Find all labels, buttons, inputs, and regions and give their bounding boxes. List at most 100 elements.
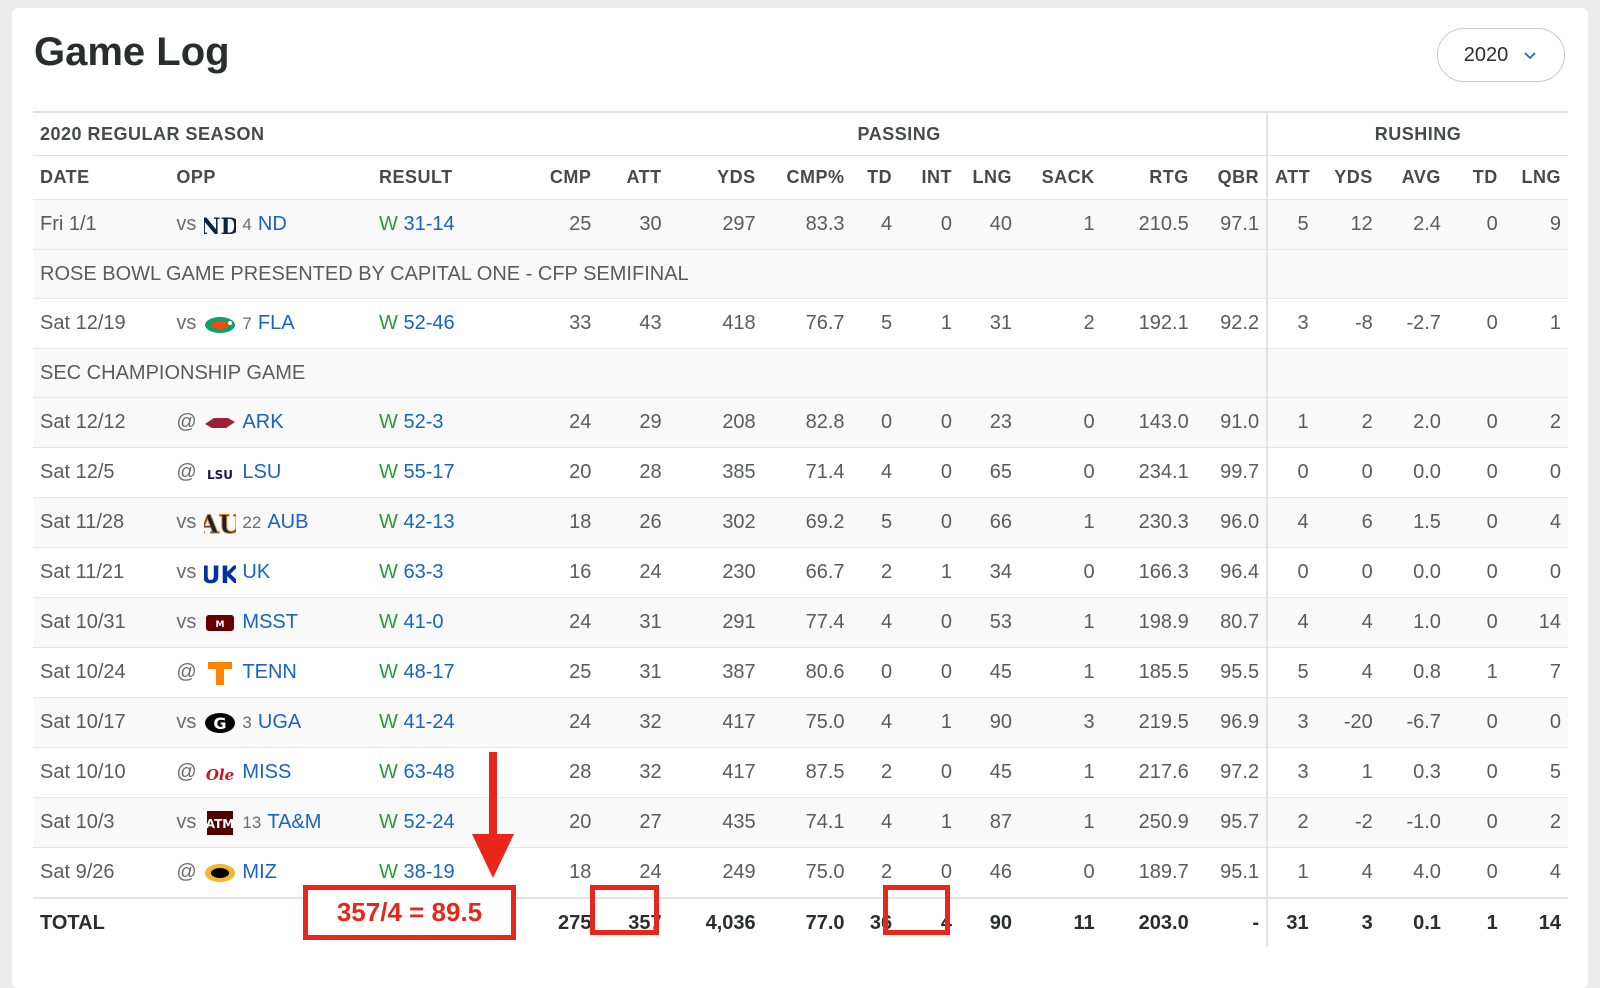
score-link[interactable]: 41-0 <box>403 611 443 633</box>
stat-cell: 166.3 <box>1101 547 1196 598</box>
stat-cell: 0 <box>1447 547 1505 598</box>
opponent-rank: 4 <box>242 214 252 234</box>
tam-logo-icon: ATM <box>204 810 236 836</box>
season-select[interactable]: 2020 <box>1437 28 1565 82</box>
opponent-rank: 7 <box>242 313 252 333</box>
opponent-cell[interactable]: vs UK UK <box>169 547 372 598</box>
stat-cell: 2 <box>1267 797 1316 848</box>
opponent-cell[interactable]: vs G 3 UGA <box>169 697 372 748</box>
score-link[interactable]: 63-3 <box>403 561 443 583</box>
home-away-label: @ <box>176 861 197 883</box>
opponent-link[interactable]: TA&M <box>267 811 321 834</box>
result-cell[interactable]: W 48-17 <box>372 647 533 698</box>
opponent-cell[interactable]: vs 7 FLA <box>169 298 372 349</box>
stat-cell: 33 <box>532 298 599 349</box>
stat-cell: 90 <box>959 697 1019 748</box>
opponent-link[interactable]: ND <box>258 213 287 236</box>
opponent-link[interactable]: UK <box>242 561 270 584</box>
result-wl: W <box>379 611 398 633</box>
stat-cell: 29 <box>598 397 669 448</box>
opponent-cell[interactable]: @ Ole MISS <box>169 747 372 798</box>
table-row: Sat 9/26 @ MIZ W 38-19 18 24 249 75.0 2 0 46 0 189.7… <box>33 847 1568 898</box>
stat-cell: 198.9 <box>1101 597 1196 648</box>
stat-cell: 0 <box>899 497 960 548</box>
score-link[interactable]: 48-17 <box>403 661 454 683</box>
result-cell[interactable]: W 42-13 <box>372 497 533 548</box>
score-link[interactable]: 38-19 <box>403 861 454 883</box>
score-link[interactable]: 41-24 <box>403 711 454 733</box>
opponent-cell[interactable]: vs M MSST <box>169 597 372 648</box>
result-cell[interactable]: W 41-0 <box>372 597 533 648</box>
stat-cell: 95.1 <box>1195 847 1269 898</box>
stat-cell: 75.0 <box>762 847 852 898</box>
stat-cell: 80.6 <box>762 647 852 698</box>
highlight-box-int <box>883 885 950 935</box>
stat-cell: 3 <box>1267 298 1316 349</box>
stat-cell: 30 <box>598 199 669 250</box>
result-cell[interactable]: W 63-3 <box>372 547 533 598</box>
stat-cell: 1 <box>1267 397 1316 448</box>
score-link[interactable]: 63-48 <box>403 761 454 783</box>
score-link[interactable]: 52-3 <box>403 411 443 433</box>
opponent-link[interactable]: AUB <box>267 511 308 534</box>
stat-cell: 1 <box>1018 647 1102 698</box>
opponent-link[interactable]: LSU <box>242 461 281 484</box>
score-link[interactable]: 42-13 <box>403 511 454 533</box>
column-header-sack-10: SACK <box>1018 155 1102 200</box>
opponent-link[interactable]: ARK <box>242 411 283 434</box>
msst-logo-icon: M <box>204 610 236 636</box>
stat-cell: 0.3 <box>1379 747 1448 798</box>
stat-cell: 4 <box>851 697 900 748</box>
result-cell[interactable]: W 52-46 <box>372 298 533 349</box>
stat-cell: 1 <box>1315 747 1380 798</box>
table-row: Sat 11/21 vs UK UK W 63-3 16 24 230 66.7 2 1 34 0 166… <box>33 547 1568 598</box>
result-cell[interactable]: W 41-24 <box>372 697 533 748</box>
stat-cell: 0 <box>1447 447 1505 498</box>
result-cell[interactable]: W 52-3 <box>372 397 533 448</box>
stat-cell: 0 <box>851 647 900 698</box>
home-away-label: @ <box>176 661 197 683</box>
stat-cell: 143.0 <box>1101 397 1196 448</box>
opponent-link[interactable]: UGA <box>258 711 301 734</box>
opponent-cell[interactable]: vs ATM 13 TA&M <box>169 797 372 848</box>
opponent-cell[interactable]: @ ARK <box>169 397 372 448</box>
opponent-link[interactable]: MSST <box>242 611 298 634</box>
stat-cell: 1 <box>1018 797 1102 848</box>
home-away-label: @ <box>176 411 197 433</box>
opponent-link[interactable]: FLA <box>258 312 295 335</box>
stat-cell: 27 <box>598 797 669 848</box>
stat-cell: 418 <box>668 298 763 349</box>
result-wl: W <box>379 561 398 583</box>
score-link[interactable]: 55-17 <box>403 461 454 483</box>
stat-cell: 0 <box>1018 447 1102 498</box>
stat-cell: 16 <box>532 547 599 598</box>
stat-cell: 1 <box>1018 747 1102 798</box>
stat-cell: -6.7 <box>1379 697 1448 748</box>
score-link[interactable]: 52-24 <box>403 811 454 833</box>
opponent-cell[interactable]: @ LSU LSU <box>169 447 372 498</box>
stat-cell: 20 <box>532 447 599 498</box>
stat-cell: -20 <box>1315 697 1380 748</box>
stat-cell: 28 <box>532 747 599 798</box>
score-link[interactable]: 31-14 <box>403 213 454 235</box>
stat-cell: 1 <box>1504 298 1568 349</box>
stat-cell: 2 <box>1504 797 1568 848</box>
opponent-link[interactable]: MIZ <box>242 861 276 884</box>
result-cell[interactable]: W 55-17 <box>372 447 533 498</box>
stat-cell: 0 <box>851 397 900 448</box>
opponent-cell[interactable]: vs ND 4 ND <box>169 199 372 250</box>
opponent-cell[interactable]: @ TENN <box>169 647 372 698</box>
opponent-link[interactable]: TENN <box>242 661 296 684</box>
total-stat-cell: 14 <box>1504 897 1568 947</box>
result-cell[interactable]: W 31-14 <box>372 199 533 250</box>
column-header-result-2: RESULT <box>372 155 533 200</box>
stat-cell: 0 <box>1447 497 1505 548</box>
opponent-link[interactable]: MISS <box>242 761 291 784</box>
stat-cell: 25 <box>532 647 599 698</box>
stat-cell: 97.1 <box>1195 199 1269 250</box>
stat-cell: 24 <box>532 597 599 648</box>
stat-cell: 192.1 <box>1101 298 1196 349</box>
opponent-cell[interactable]: vs AU 22 AUB <box>169 497 372 548</box>
stat-cell: 210.5 <box>1101 199 1196 250</box>
score-link[interactable]: 52-46 <box>403 312 454 334</box>
